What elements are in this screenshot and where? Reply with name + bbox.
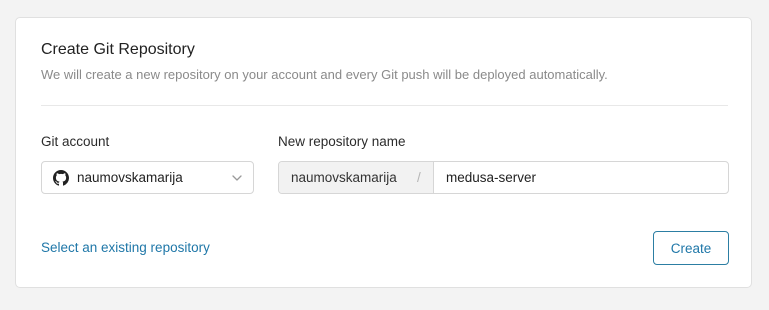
git-account-select[interactable]: naumovskamarija xyxy=(41,161,254,194)
git-account-selected-value: naumovskamarija xyxy=(77,170,183,185)
card-subtitle: We will create a new repository on your … xyxy=(41,67,608,82)
repository-owner: naumovskamarija xyxy=(291,170,397,185)
select-existing-repository-link[interactable]: Select an existing repository xyxy=(41,240,210,255)
create-git-repository-card: Create Git Repository We will create a n… xyxy=(15,17,752,288)
git-account-label: Git account xyxy=(41,134,110,149)
repository-name-field-group: naumovskamarija / xyxy=(278,161,729,194)
chevron-down-icon xyxy=(232,175,242,181)
github-icon xyxy=(53,170,69,186)
repository-name-input[interactable] xyxy=(434,162,728,193)
repository-path-separator: / xyxy=(417,170,421,185)
repository-owner-prefix: naumovskamarija / xyxy=(279,162,434,193)
repository-name-label: New repository name xyxy=(278,134,406,149)
divider xyxy=(41,105,728,106)
create-button[interactable]: Create xyxy=(653,231,729,265)
card-title: Create Git Repository xyxy=(41,41,195,58)
